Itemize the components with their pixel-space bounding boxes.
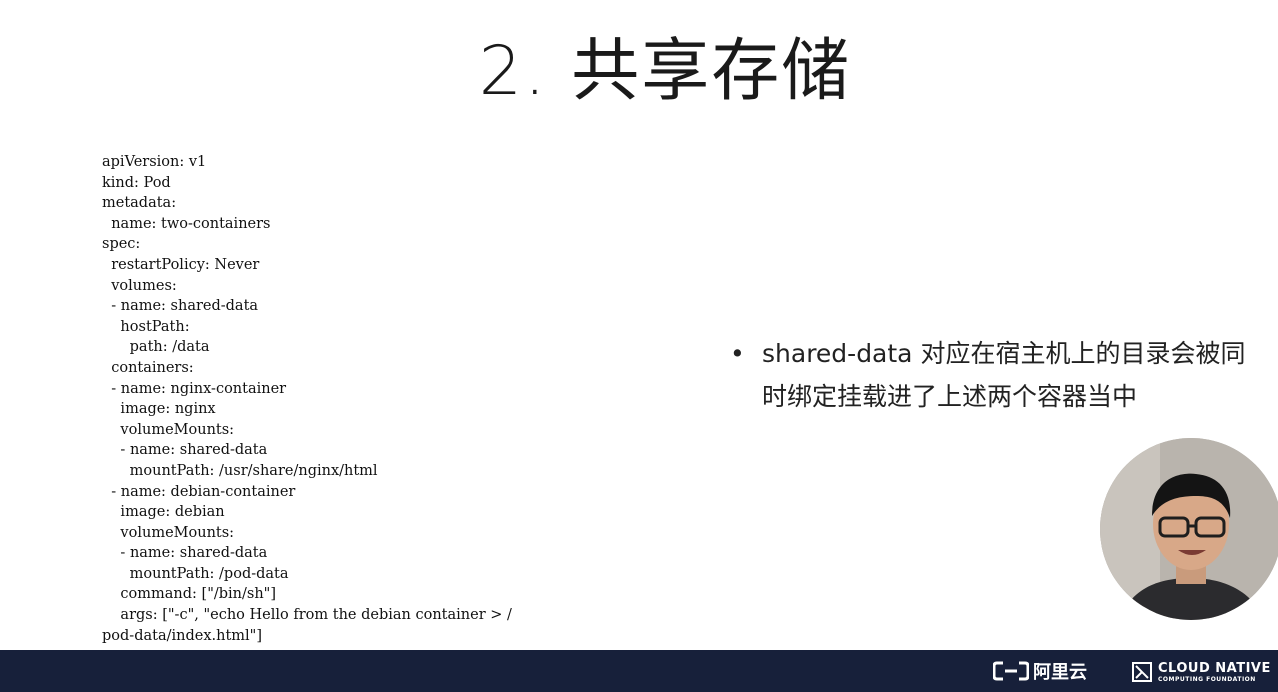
yaml-code-block: apiVersion: v1 kind: Pod metadata: name:… xyxy=(102,154,512,644)
aliyun-logo: 阿里云 xyxy=(993,658,1087,684)
bullet-text: shared-data 对应在宿主机上的目录会被同时绑定挂载进了上述两个容器当中 xyxy=(762,339,1246,411)
bullet-point: • shared-data 对应在宿主机上的目录会被同时绑定挂载进了上述两个容器… xyxy=(730,332,1270,418)
speaker-video xyxy=(1100,438,1278,620)
footer-bar: 阿里云 CLOUD NATIVE COMPUTING FOUNDATION xyxy=(0,650,1278,692)
aliyun-label: 阿里云 xyxy=(1033,662,1087,683)
cncf-logo: CLOUD NATIVE COMPUTING FOUNDATION xyxy=(1132,659,1271,685)
slide-title: 2. 共享存储 xyxy=(478,32,852,111)
cncf-square-icon xyxy=(1132,662,1152,682)
cncf-label: CLOUD NATIVE xyxy=(1158,660,1271,676)
bullet-marker: • xyxy=(730,339,745,368)
aliyun-bracket-icon xyxy=(993,661,1029,681)
cncf-text: CLOUD NATIVE COMPUTING FOUNDATION xyxy=(1158,662,1271,683)
cncf-sublabel: COMPUTING FOUNDATION xyxy=(1158,675,1256,683)
speaker-portrait xyxy=(1100,438,1278,620)
